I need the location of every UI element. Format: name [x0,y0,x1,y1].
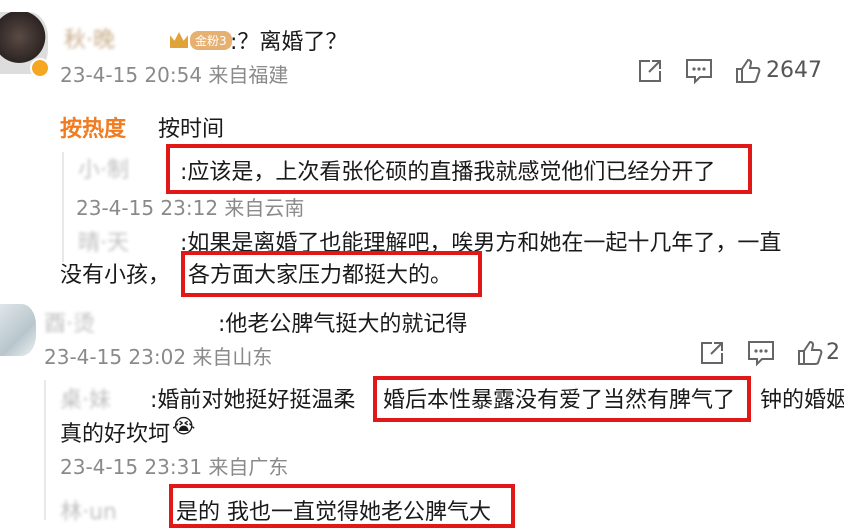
reply-username[interactable]: 小·制 [78,152,129,184]
highlight-box [181,251,482,297]
share-icon[interactable] [698,339,726,367]
crown-icon [170,32,188,48]
comment-text: :？离婚了？ [230,30,348,55]
comment-icon[interactable] [684,57,714,85]
tab-time[interactable]: 按时间 [158,111,224,143]
comment-text: :他老公脾气挺大的就记得 [218,312,468,337]
thread-line [62,152,64,262]
time-location: 23-4-15 23:02 来自山东 [44,345,273,369]
highlight-box [373,376,751,422]
badge-label: 金粉3 [190,30,232,50]
reply-time-location: 23-4-15 23:12 来自云南 [76,196,305,220]
reply-text-c: 钟的婚姻 [760,388,844,413]
time-location: 23-4-15 20:54 来自福建 [60,63,289,87]
reply-time-location: 23-4-15 23:31 来自广东 [60,455,289,479]
reply-username[interactable]: 晴·天 [78,225,129,257]
like-count: 2647 [766,58,822,83]
reply-text-a: :婚前对她挺好挺温柔 [150,388,356,413]
comment-icon[interactable] [746,339,776,367]
thread-line [44,380,46,520]
username[interactable]: 酉·烫 [44,306,95,338]
tab-hot[interactable]: 按热度 [60,111,126,143]
reply-text-line2: 真的好坎坷 [60,422,171,447]
reply-username[interactable]: 林·un [60,494,117,526]
fan-badge: 金粉3 [170,29,232,51]
like-count: 2 [826,340,840,365]
verified-badge-icon [30,58,50,78]
highlight-box [169,484,515,528]
reply-username[interactable]: 桌·妹 [60,382,111,414]
username[interactable]: 秋·晚 [64,22,115,54]
crying-emoji-icon: 😭 [172,414,196,438]
like-icon[interactable] [734,57,762,85]
highlight-box [166,144,752,194]
reply-text-line2a: 没有小孩， [60,263,171,288]
share-icon[interactable] [636,57,664,85]
like-icon[interactable] [796,339,824,367]
avatar[interactable] [0,304,36,356]
